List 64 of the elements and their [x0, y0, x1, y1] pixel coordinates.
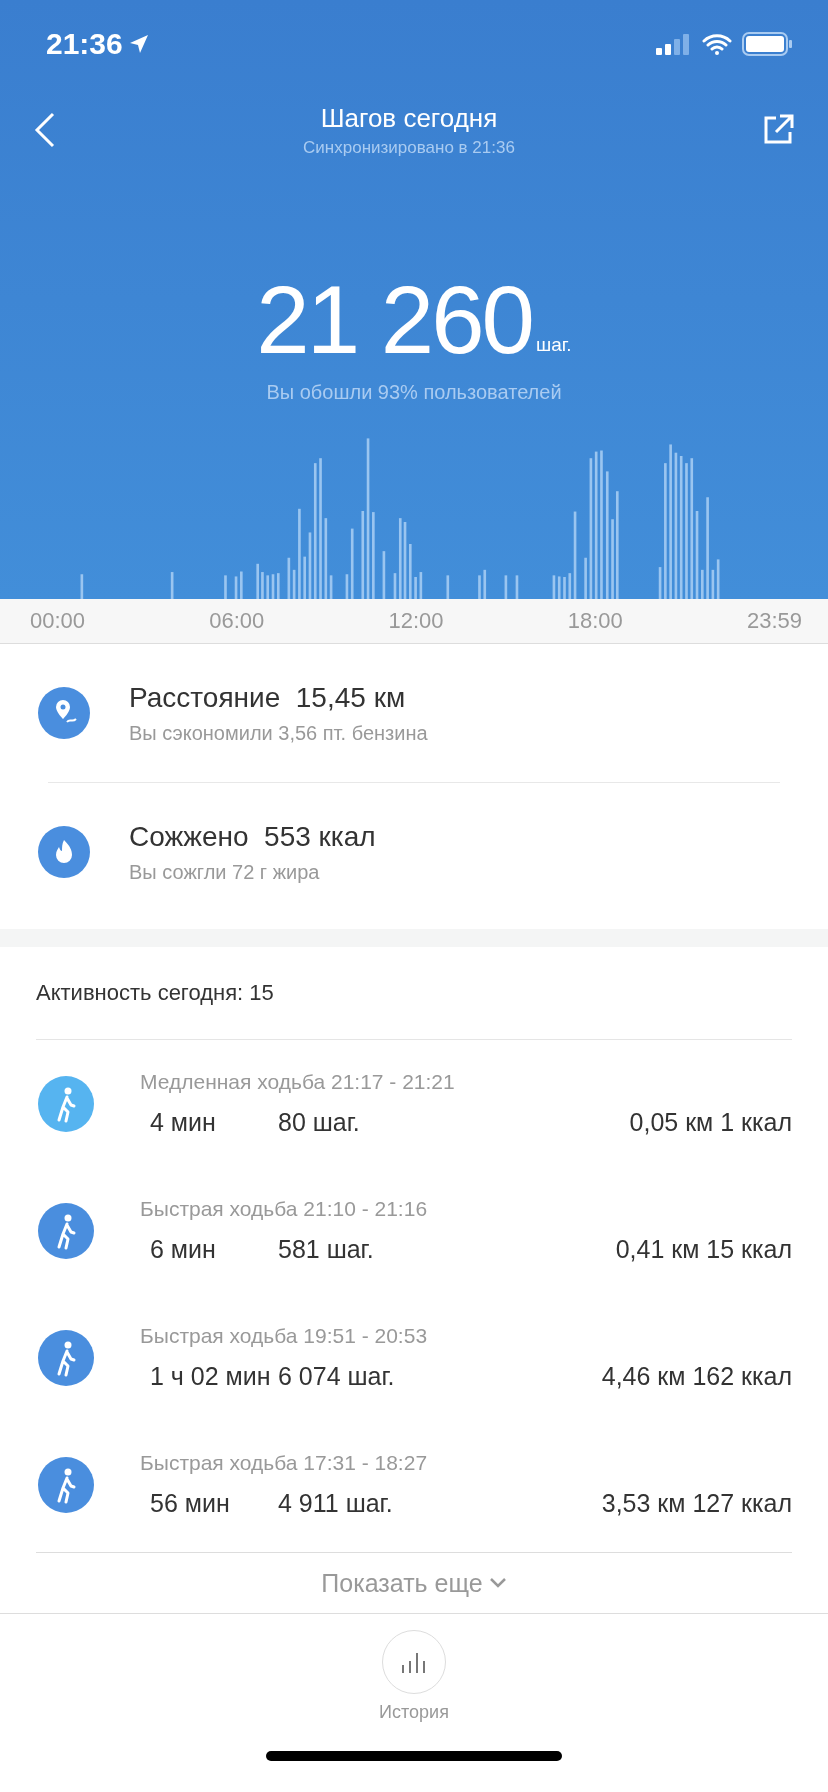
sync-status: Синхронизировано в 21:36 [303, 137, 515, 158]
chart-bar [701, 569, 704, 599]
chart-bar [414, 577, 417, 599]
chart-bar [504, 575, 508, 599]
step-unit: шаг. [535, 334, 572, 356]
chart-bar [80, 574, 84, 599]
activity-steps: 581 шаг. [278, 1235, 616, 1264]
chart-bar [478, 575, 481, 599]
screen-title: Шагов сегодня [320, 102, 498, 134]
chart-bar [261, 572, 264, 599]
chart-bar [584, 557, 587, 599]
chart-bar [303, 556, 306, 599]
activity-title: Медленная ходьба 21:17 - 21:21 [140, 1070, 456, 1094]
activity-duration: 6 мин [149, 1235, 217, 1264]
activity-title: Быстрая ходьба 19:51 - 20:53 [140, 1324, 429, 1348]
activity-duration: 4 мин [149, 1108, 217, 1137]
chart-bar [256, 563, 259, 599]
activity-steps: 6 074 шаг. [278, 1362, 602, 1391]
comparison-text: Вы обошли 93% пользователей [266, 380, 562, 404]
share-icon[interactable] [762, 114, 794, 146]
wifi-icon [702, 33, 732, 55]
activity-totals: 4,46 км 162 ккал [601, 1362, 792, 1391]
chart-bar [419, 572, 423, 599]
chevron-down-icon[interactable] [488, 1577, 507, 1589]
summary-value: Расстояние 15,45 км [129, 681, 407, 714]
chart-bar [224, 575, 227, 599]
time-label: 06:00 [209, 608, 265, 634]
chart-bar [382, 551, 386, 599]
chart-bar [563, 577, 566, 599]
activity-steps: 80 шаг. [278, 1108, 630, 1137]
chart-bar [446, 575, 450, 599]
activity-duration: 56 мин [149, 1489, 231, 1518]
activity-totals: 3,53 км 127 ккал [601, 1489, 792, 1518]
status-time: 21:36 [46, 27, 123, 61]
activity-totals: 0,05 км 1 ккал [629, 1108, 792, 1137]
chart-bar [240, 571, 243, 599]
location-pin-icon [38, 687, 90, 739]
chart-bar [515, 575, 519, 599]
back-icon[interactable] [34, 112, 56, 148]
battery-icon [742, 32, 792, 56]
signal-icon [656, 33, 692, 55]
chart-bar [409, 544, 412, 599]
activity-title: Быстрая ходьба 17:31 - 18:27 [140, 1451, 429, 1475]
time-label: 23:59 [746, 608, 802, 634]
chart-bar [658, 567, 662, 599]
show-more-link[interactable]: Показать еще [321, 1568, 483, 1598]
chart-bar [170, 572, 174, 599]
time-label: 00:00 [30, 608, 86, 634]
flame-icon [38, 826, 90, 878]
summary-note: Вы сожгли 72 г жира [129, 860, 321, 884]
activity-title: Быстрая ходьба 21:10 - 21:16 [140, 1197, 429, 1221]
activity-count: Активность сегодня: 15 [36, 980, 274, 1006]
activity-steps: 4 911 шаг. [278, 1489, 602, 1518]
history-label: История [379, 1702, 449, 1723]
chart-bar [483, 569, 487, 599]
summary-note: Вы сэкономили 3,56 пт. бензина [129, 721, 428, 745]
step-count: 21 260 [256, 272, 532, 368]
time-label: 18:00 [567, 608, 623, 634]
activity-totals: 0,41 км 15 ккал [615, 1235, 792, 1264]
location-arrow-icon [128, 34, 149, 54]
chart-bar [234, 576, 238, 599]
summary-value: Сожжено 553 ккал [129, 820, 376, 853]
time-label: 12:00 [388, 608, 444, 634]
activity-duration: 1 ч 02 мин [149, 1362, 272, 1391]
